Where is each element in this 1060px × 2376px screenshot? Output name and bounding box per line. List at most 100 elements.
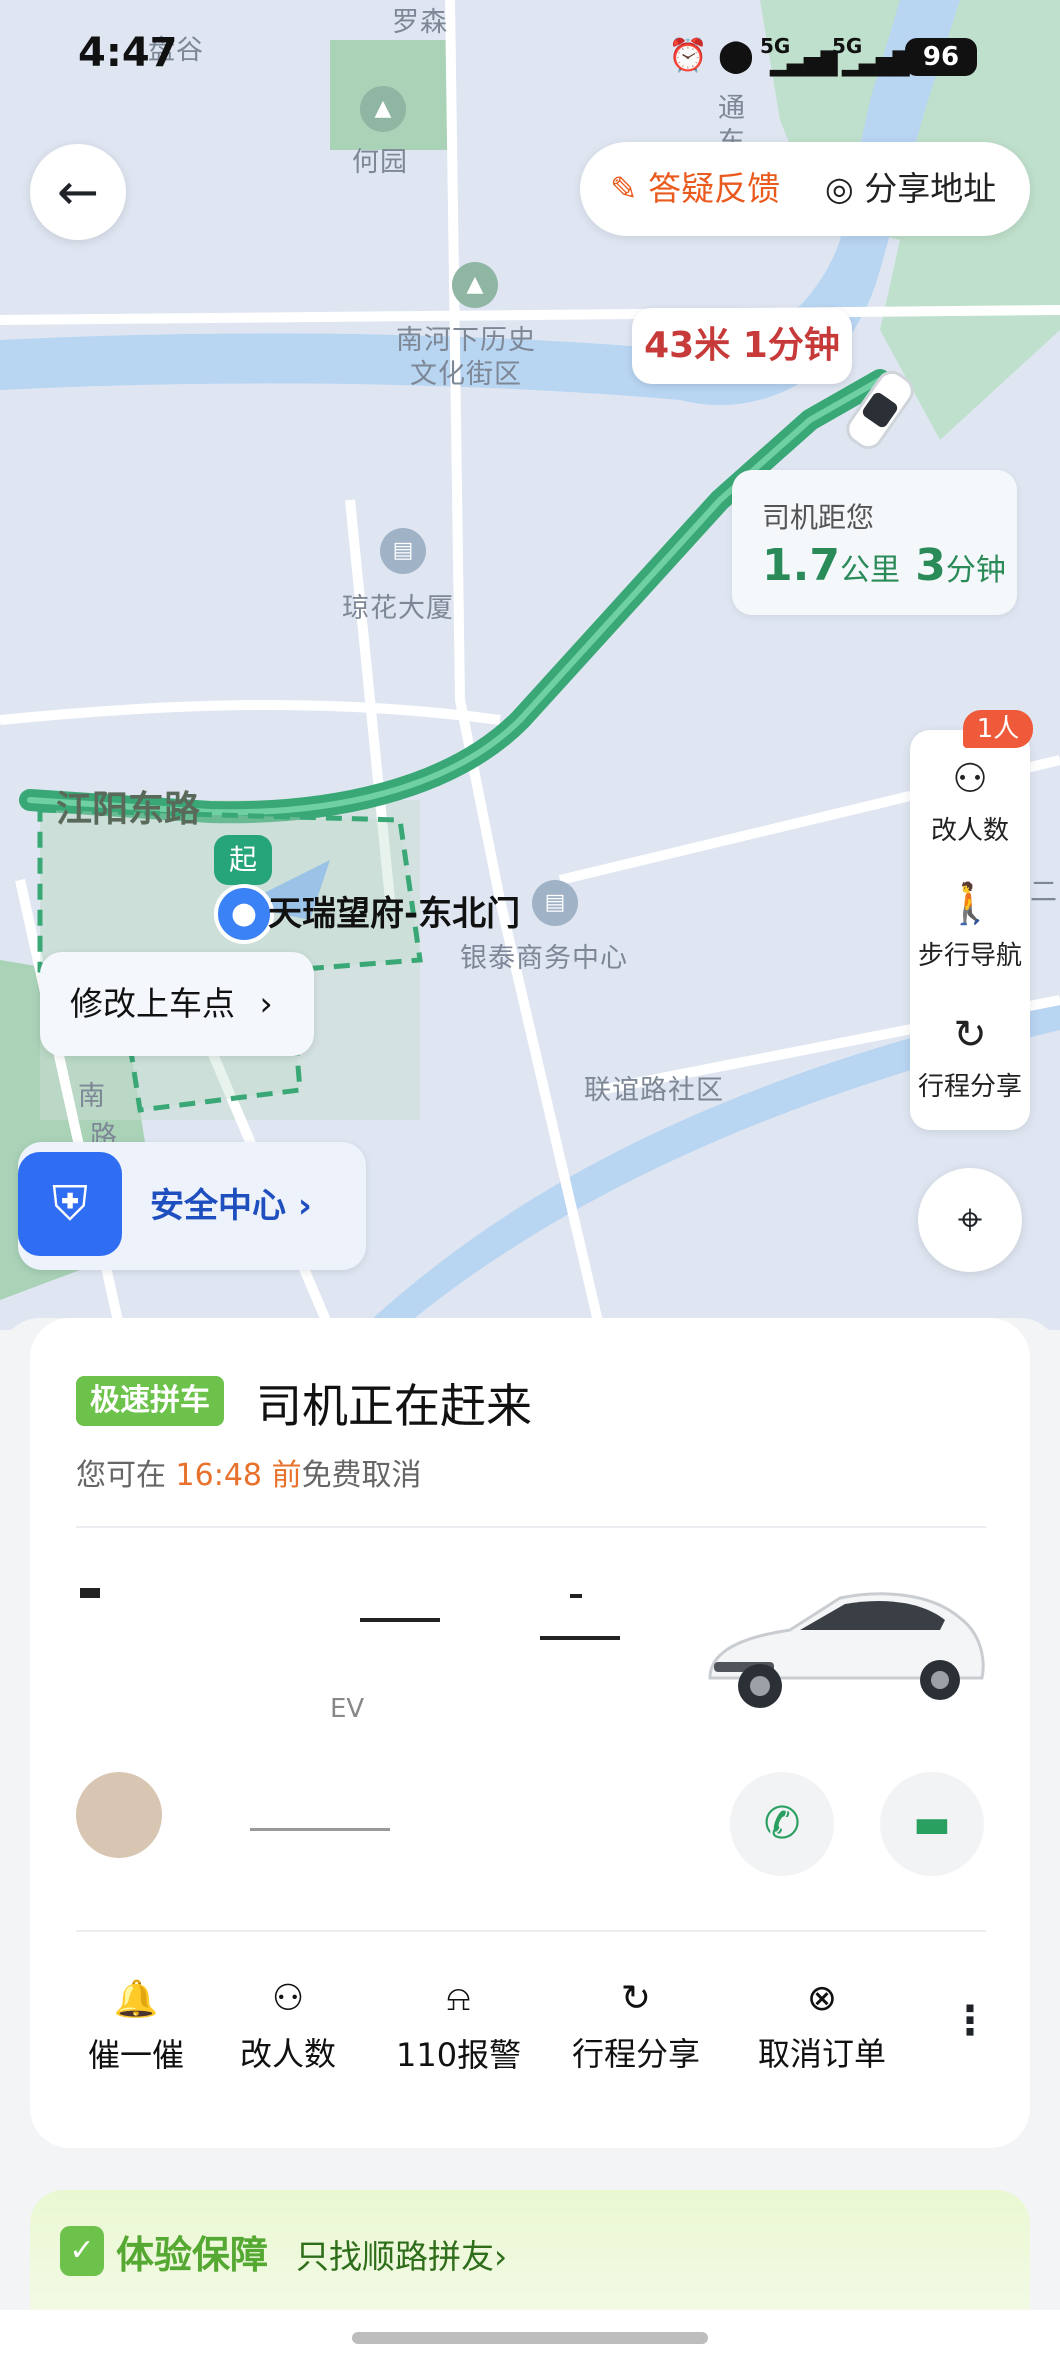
map-side-panel: ⚇ 改人数 🚶 步行导航 ↻ 行程分享 — [910, 730, 1030, 1130]
free-cancel-note: 您可在 16:48 前免费取消 — [76, 1450, 422, 1494]
driver-eta-values: 1.7公里 3分钟 — [762, 540, 1006, 591]
modify-pickup-button[interactable]: 修改上车点 › — [40, 952, 314, 1056]
arrow-left-icon: ← — [57, 163, 99, 221]
driver-car-marker — [846, 370, 914, 450]
pickup-start-badge: 起 — [214, 835, 272, 885]
guarantee-subtitle: 只找顺路拼友› — [296, 2237, 508, 2276]
share-icon: ↻ — [953, 1012, 987, 1058]
pickup-point-label[interactable]: 天瑞望府-东北门 — [268, 886, 520, 935]
car-model-partial: EV — [330, 1694, 365, 1724]
home-indicator[interactable] — [352, 2332, 708, 2344]
cancel-deadline-time: 16:48 — [175, 1458, 263, 1493]
car-time-value: 1 — [742, 325, 768, 366]
redacted-plate — [540, 1636, 620, 1640]
change-people-label: 改人数 — [240, 2035, 337, 2073]
park-icon: ▲ — [452, 262, 498, 308]
driver-eta-title: 司机距您 — [762, 501, 875, 534]
trip-bottom-sheet: 极速拼车 司机正在赶来 您可在 16:48 前免费取消 EV ✆ ▬ 🔔 催一催… — [0, 1318, 1060, 2376]
cancel-order-label: 取消订单 — [758, 2035, 887, 2073]
people-icon: ⚇ — [952, 756, 988, 802]
building-icon: ▤ — [532, 880, 578, 926]
guarantee-title: 体验保障 — [116, 2233, 269, 2277]
trip-share-label: 行程分享 — [572, 2035, 701, 2073]
battery-indicator: 96 — [905, 38, 977, 76]
bell-icon: 🔔 — [113, 1979, 159, 2020]
cancel-deadline-before: 前 — [271, 1458, 302, 1493]
side-walk-nav-button[interactable]: 🚶 步行导航 — [910, 880, 1030, 972]
status-bar: 4:47 ⏰ ⬤ 5G ▂▄▆█ 5G ▂▄▆█ 96 — [0, 0, 1060, 110]
check-shield-icon: ✓ — [60, 2226, 104, 2276]
car-distance-unit: 米 — [694, 325, 731, 366]
safety-center-button[interactable]: ⛨ 安全中心 › — [18, 1142, 366, 1270]
driver-eta-card: 司机距您 1.7公里 3分钟 — [732, 470, 1017, 615]
redacted-plate — [80, 1588, 100, 1598]
locate-me-button[interactable]: ⌖ — [918, 1168, 1022, 1272]
eta-distance-unit: 公里 — [839, 553, 900, 588]
phone-icon: ✆ — [763, 1798, 801, 1849]
eta-time-unit: 分钟 — [945, 553, 1006, 588]
walk-icon: 🚶 — [945, 881, 995, 927]
alarm-icon: ⏰ — [668, 36, 708, 74]
share-address-label: 分享地址 — [864, 169, 997, 208]
status-time: 4:47 — [78, 30, 178, 76]
eta-distance-value: 1.7 — [762, 540, 840, 591]
redacted-plate — [570, 1594, 582, 1598]
chevron-right-icon: › — [259, 984, 273, 1023]
share-icon: ↻ — [620, 1978, 652, 2019]
more-vertical-icon: ⋮ — [950, 1998, 990, 2044]
map-label: 联谊路社区 — [584, 1075, 724, 1106]
faq-feedback-label: 答疑反馈 — [648, 169, 781, 208]
share-address-button[interactable]: ◎ 分享地址 — [825, 142, 996, 236]
urge-driver-label: 催一催 — [88, 2036, 185, 2074]
map-label: 南 — [78, 1081, 106, 1112]
message-driver-button[interactable]: ▬ — [880, 1772, 984, 1876]
chevron-right-icon: › — [297, 1186, 312, 1226]
divider — [76, 1930, 986, 1932]
cancel-note-suffix: 免费取消 — [301, 1458, 422, 1493]
alarm-110-icon: ⍾ — [446, 1978, 471, 2019]
signal-bars-icon: ▂▄▆█ — [842, 52, 910, 77]
edit-note-icon: ✎ — [610, 169, 638, 208]
building-icon: ▤ — [380, 528, 426, 574]
user-location-icon: ● — [214, 884, 274, 944]
people-count-badge: 1人 — [963, 710, 1033, 748]
more-options-button[interactable]: ⋮ — [950, 1998, 990, 2044]
cancel-note-prefix: 您可在 — [76, 1458, 166, 1493]
trip-status-card: 极速拼车 司机正在赶来 您可在 16:48 前免费取消 EV ✆ ▬ 🔔 催一催… — [30, 1318, 1030, 2148]
call-driver-button[interactable]: ✆ — [730, 1772, 834, 1876]
back-button[interactable]: ← — [30, 144, 126, 240]
side-trip-share-label: 行程分享 — [917, 1072, 1022, 1102]
faq-feedback-button[interactable]: ✎ 答疑反馈 — [610, 142, 780, 236]
service-type-tag: 极速拼车 — [76, 1376, 224, 1426]
divider — [76, 1526, 986, 1528]
crosshair-icon: ⌖ — [957, 1194, 983, 1245]
change-people-button[interactable]: ⚇ 改人数 — [240, 1978, 336, 2075]
safety-center-text: 安全中心 — [150, 1186, 286, 1226]
trip-status-title: 司机正在赶来 — [256, 1379, 532, 1433]
side-walk-nav-label: 步行导航 — [917, 941, 1022, 971]
trip-share-button[interactable]: ↻ 行程分享 — [572, 1978, 700, 2075]
car-photo — [708, 1592, 985, 1708]
car-time-unit: 分钟 — [767, 325, 840, 366]
map-label: 何园 — [352, 147, 408, 178]
urge-driver-button[interactable]: 🔔 催一催 — [88, 1978, 184, 2076]
map-label: 文化街区 — [410, 359, 522, 390]
cancel-order-button[interactable]: ⊗ 取消订单 — [758, 1978, 886, 2075]
car-distance-value: 43 — [644, 325, 695, 366]
map-label: 二 — [1030, 877, 1058, 908]
eta-time-value: 3 — [915, 540, 946, 591]
location-pin-icon: ⬤ — [718, 36, 754, 74]
side-trip-share-button[interactable]: ↻ 行程分享 — [910, 1012, 1030, 1103]
side-change-people-label: 改人数 — [930, 816, 1009, 846]
side-change-people-button[interactable]: ⚇ 改人数 — [910, 756, 1030, 847]
driver-avatar[interactable] — [76, 1772, 162, 1858]
shield-icon: ⛨ — [18, 1152, 122, 1256]
safety-center-label: 安全中心 › — [150, 1142, 312, 1270]
redacted-driver-name — [250, 1828, 390, 1831]
people-icon: ⚇ — [271, 1978, 305, 2019]
modify-pickup-label: 修改上车点 — [70, 984, 235, 1023]
location-share-icon: ◎ — [825, 169, 854, 208]
redacted-plate — [360, 1618, 440, 1622]
police-110-button[interactable]: ⍾ 110报警 — [396, 1978, 521, 2076]
signal-bars-icon: ▂▄▆█ — [770, 52, 838, 77]
